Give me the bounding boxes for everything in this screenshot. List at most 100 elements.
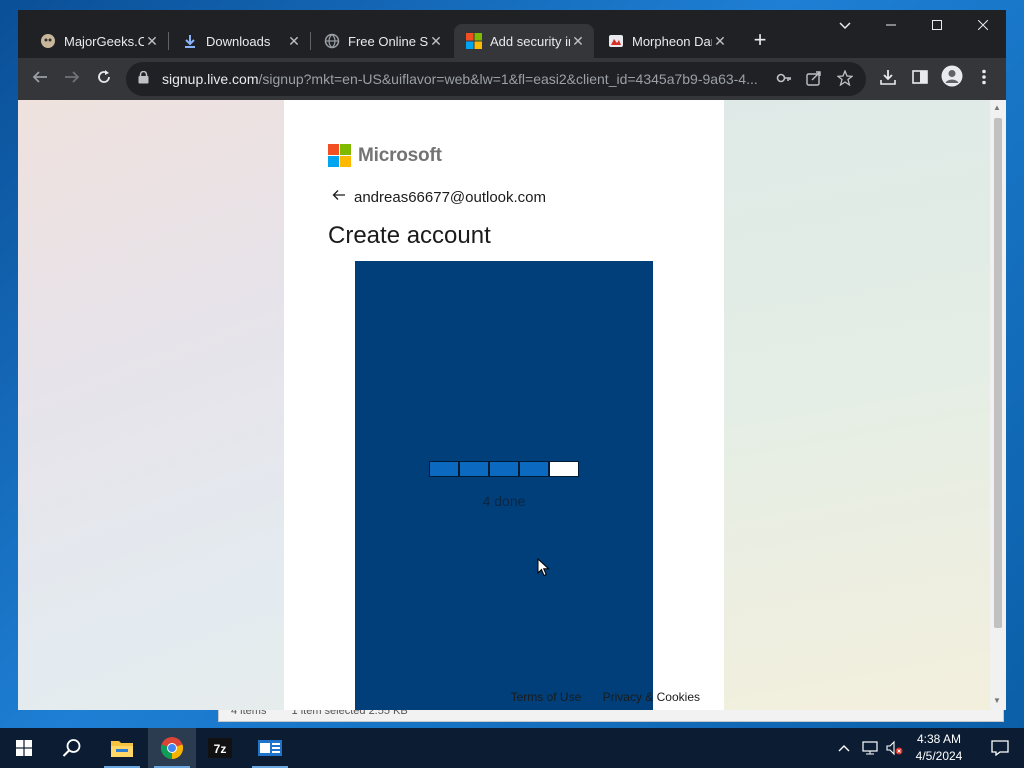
taskbar-file-explorer[interactable] — [98, 728, 146, 768]
reload-icon — [98, 70, 110, 83]
action-center-button[interactable] — [976, 728, 1024, 768]
tab-morpheon-dark[interactable]: Morpheon Dark ✕ — [596, 24, 736, 58]
tab-separator — [310, 32, 311, 50]
volume-muted-icon[interactable] — [886, 740, 904, 756]
start-icon — [16, 740, 32, 756]
scrollbar-thumb[interactable] — [994, 118, 1002, 628]
back-arrow-icon[interactable] — [332, 188, 346, 206]
tab-majorgeeks[interactable]: MajorGeeks.Com ✕ — [28, 24, 168, 58]
progress-segment — [459, 461, 489, 477]
progress-segment — [489, 461, 519, 477]
tab-title: Add security info — [490, 33, 570, 49]
globe-icon — [324, 33, 340, 49]
challenge-progress — [429, 461, 579, 477]
side-panel-button[interactable] — [906, 65, 934, 93]
minimize-icon — [886, 24, 896, 26]
page-title: Create account — [328, 222, 491, 249]
taskbar-app[interactable] — [246, 728, 294, 768]
scroll-down-icon[interactable]: ▼ — [993, 696, 1001, 705]
chevron-down-icon — [839, 22, 851, 30]
majorgeeks-favicon — [40, 33, 56, 49]
footer-links: Terms of Use Privacy & Cookies — [493, 690, 700, 704]
side-panel-icon — [912, 70, 928, 84]
tab-add-security-info[interactable]: Add security info ✕ — [454, 24, 594, 58]
chrome-icon — [160, 737, 184, 760]
address-bar[interactable]: signup.live.com/signup?mkt=en-US&uiflavo… — [126, 62, 866, 96]
notification-icon — [991, 740, 1009, 756]
avatar-icon — [941, 65, 963, 87]
identity-email: andreas66677@outlook.com — [354, 188, 547, 206]
url-path: /signup?mkt=en-US&uiflavor=web&lw=1&fl=e… — [258, 71, 758, 87]
tab-downloads[interactable]: Downloads ✕ — [170, 24, 310, 58]
start-button[interactable] — [0, 728, 48, 768]
taskbar-7zip[interactable]: 7z — [196, 728, 244, 768]
minimize-button[interactable] — [868, 10, 914, 40]
mouse-cursor-icon — [537, 558, 550, 577]
downloads-button[interactable] — [874, 65, 902, 93]
privacy-link[interactable]: Privacy & Cookies — [603, 690, 700, 704]
search-button[interactable] — [48, 728, 96, 768]
file-explorer-icon — [111, 741, 133, 757]
identity-banner: andreas66677@outlook.com — [332, 188, 546, 206]
tab-title: MajorGeeks.Com — [64, 33, 144, 49]
tab-title: Free Online Slideshow — [348, 33, 428, 49]
tab-close-icon[interactable]: ✕ — [144, 33, 160, 50]
tab-strip: MajorGeeks.Com ✕ Downloads ✕ Free Online… — [18, 10, 1006, 58]
url-text: signup.live.com/signup?mkt=en-US&uiflavo… — [162, 71, 758, 87]
search-icon — [62, 739, 81, 757]
terms-link[interactable]: Terms of Use — [511, 690, 582, 704]
page-viewport: Microsoft andreas66677@outlook.com Creat… — [18, 100, 1006, 710]
browser-toolbar: signup.live.com/signup?mkt=en-US&uiflavo… — [18, 58, 1006, 100]
tab-search-button[interactable] — [822, 10, 868, 40]
7zip-icon: 7z — [208, 738, 232, 758]
taskbar-chrome[interactable] — [148, 728, 196, 768]
download-icon — [182, 33, 198, 49]
new-tab-button[interactable]: + — [747, 28, 773, 54]
download-icon — [880, 70, 896, 85]
page-scrollbar[interactable]: ▲ ▼ — [990, 100, 1006, 710]
clock-time: 4:38 AM — [916, 732, 962, 746]
share-icon[interactable] — [806, 70, 822, 90]
taskbar: 7z 4:38 AM 4/5/2024 — [0, 728, 1024, 768]
tab-slideshow[interactable]: Free Online Slideshow ✕ — [312, 24, 452, 58]
maximize-button[interactable] — [914, 10, 960, 40]
menu-button[interactable] — [970, 65, 998, 93]
scroll-up-icon[interactable]: ▲ — [993, 103, 1001, 112]
network-icon[interactable] — [862, 741, 878, 755]
back-button[interactable] — [26, 65, 54, 93]
signup-card: Microsoft andreas66677@outlook.com Creat… — [284, 100, 724, 710]
clock-date: 4/5/2024 — [915, 749, 963, 763]
browser-window: MajorGeeks.Com ✕ Downloads ✕ Free Online… — [18, 10, 1006, 710]
forward-button[interactable] — [58, 65, 86, 93]
progress-label: 4 done — [482, 493, 526, 509]
bookmark-star-icon[interactable] — [836, 69, 854, 90]
progress-segment — [549, 461, 579, 477]
tab-title: Downloads — [206, 33, 271, 49]
kebab-menu-icon — [982, 69, 986, 85]
tab-separator — [168, 32, 169, 50]
microsoft-logo: Microsoft — [328, 144, 442, 167]
reload-button[interactable] — [90, 65, 118, 93]
progress-segment — [519, 461, 549, 477]
key-icon[interactable] — [776, 70, 792, 90]
brand-name: Microsoft — [358, 144, 442, 166]
microsoft-logo-icon — [328, 144, 351, 167]
verification-challenge-frame[interactable]: 4 done — [355, 261, 653, 710]
background-panel-right — [724, 100, 990, 710]
tab-close-icon[interactable]: ✕ — [428, 33, 444, 50]
url-host: signup.live.com — [162, 71, 259, 87]
tab-close-icon[interactable]: ✕ — [712, 33, 728, 50]
close-icon — [977, 19, 989, 31]
system-clock[interactable]: 4:38 AM 4/5/2024 — [908, 731, 970, 765]
tab-close-icon[interactable]: ✕ — [286, 33, 302, 50]
tab-close-icon[interactable]: ✕ — [570, 33, 586, 50]
profile-button[interactable] — [938, 65, 966, 93]
close-window-button[interactable] — [960, 10, 1006, 40]
system-tray — [838, 728, 904, 768]
chevron-up-icon[interactable] — [838, 744, 850, 752]
microsoft-favicon — [466, 33, 482, 49]
progress-segment — [429, 461, 459, 477]
svg-text:7z: 7z — [214, 742, 227, 756]
morpheon-favicon — [608, 33, 624, 49]
arrow-left-icon — [32, 71, 47, 83]
